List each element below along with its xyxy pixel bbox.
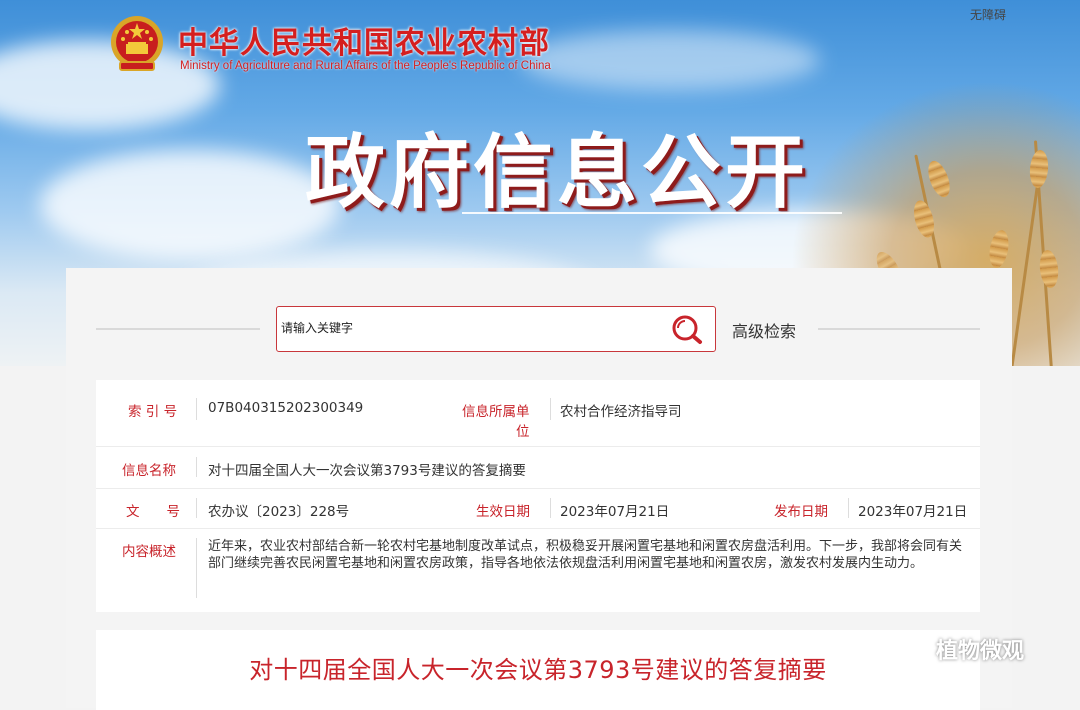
search-icon[interactable]: [669, 313, 705, 345]
search-input[interactable]: [277, 307, 661, 349]
index-value: 07B040315202300349: [208, 400, 364, 416]
doc-number-value: 农办议〔2023〕228号: [208, 504, 350, 520]
cloud-decoration: [520, 30, 820, 90]
publish-date-value: 2023年07月21日: [858, 504, 968, 520]
index-label: 索 引 号: [128, 404, 178, 420]
doc-number-label: 文 号: [126, 504, 180, 520]
article-section: 对十四届全国人大一次会议第3793号建议的答复摘要: [96, 630, 980, 710]
national-emblem-logo: [111, 16, 163, 71]
watermark-text: 植物微观: [936, 639, 1025, 664]
site-title: 中华人民共和国农业农村部: [178, 26, 550, 61]
search-bar: 高级检索: [96, 306, 980, 352]
site-subtitle: Ministry of Agriculture and Rural Affair…: [180, 60, 551, 72]
org-label: 信息所属单: [462, 404, 530, 420]
divider: [196, 498, 197, 518]
cloud-decoration: [40, 150, 340, 260]
info-table: 索 引 号 07B040315202300349 信息所属单 位 农村合作经济指…: [96, 380, 980, 612]
wechat-watermark: 植物微观: [890, 630, 1024, 668]
banner-underline: [462, 212, 842, 214]
divider: [818, 328, 980, 330]
accessibility-link[interactable]: 无障碍: [970, 6, 1006, 23]
org-value: 农村合作经济指导司: [560, 404, 682, 420]
summary-text: 近年来，农业农村部结合新一轮农村宅基地制度改革试点，积极稳妥开展闲置宅基地和闲置…: [208, 539, 963, 571]
divider: [848, 498, 849, 518]
effective-date-value: 2023年07月21日: [560, 504, 670, 520]
table-row: 信息名称 对十四届全国人大一次会议第3793号建议的答复摘要: [96, 446, 980, 489]
name-value: 对十四届全国人大一次会议第3793号建议的答复摘要: [208, 463, 526, 479]
divider: [196, 538, 197, 598]
divider: [550, 398, 551, 420]
effective-date-label: 生效日期: [476, 504, 530, 520]
org-label-continued: 位: [516, 424, 530, 440]
table-row: 文 号 农办议〔2023〕228号 生效日期 2023年07月21日 发布日期 …: [96, 488, 980, 529]
table-row: 内容概述 近年来，农业农村部结合新一轮农村宅基地制度改革试点，积极稳妥开展闲置宅…: [96, 528, 980, 612]
divider: [550, 498, 551, 518]
table-row: 索 引 号 07B040315202300349 信息所属单 位 农村合作经济指…: [96, 380, 980, 447]
wechat-icon: [891, 635, 927, 663]
divider: [96, 328, 260, 330]
article-title: 对十四届全国人大一次会议第3793号建议的答复摘要: [249, 656, 827, 684]
search-box: [276, 306, 716, 352]
summary-label: 内容概述: [122, 544, 176, 560]
divider: [196, 398, 197, 420]
name-label: 信息名称: [122, 463, 176, 479]
banner-title: 政府信息公开: [305, 126, 809, 219]
divider: [196, 457, 197, 477]
publish-date-label: 发布日期: [774, 504, 828, 520]
advanced-search-link[interactable]: 高级检索: [732, 318, 796, 342]
